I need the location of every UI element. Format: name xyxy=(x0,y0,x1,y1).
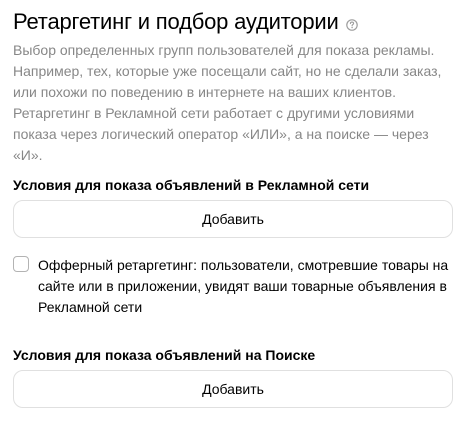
offer-retargeting-option[interactable]: Офферный ретаргетинг: пользователи, смот… xyxy=(13,255,453,318)
section-description: Выбор определенных групп пользователей д… xyxy=(13,42,442,163)
network-add-button[interactable]: Добавить xyxy=(13,200,453,238)
page-title: Ретаргетинг и подбор аудитории xyxy=(13,9,339,34)
offer-retargeting-label: Офферный ретаргетинг: пользователи, смот… xyxy=(38,257,449,315)
page-header: Ретаргетинг и подбор аудитории xyxy=(13,9,358,35)
network-conditions-title: Условия для показа объявлений в Рекламно… xyxy=(13,177,370,193)
question-circle-icon[interactable] xyxy=(345,18,358,31)
search-add-button[interactable]: Добавить xyxy=(13,370,453,408)
offer-retargeting-checkbox[interactable] xyxy=(13,256,29,272)
search-conditions-title: Условия для показа объявлений на Поиске xyxy=(13,347,316,363)
